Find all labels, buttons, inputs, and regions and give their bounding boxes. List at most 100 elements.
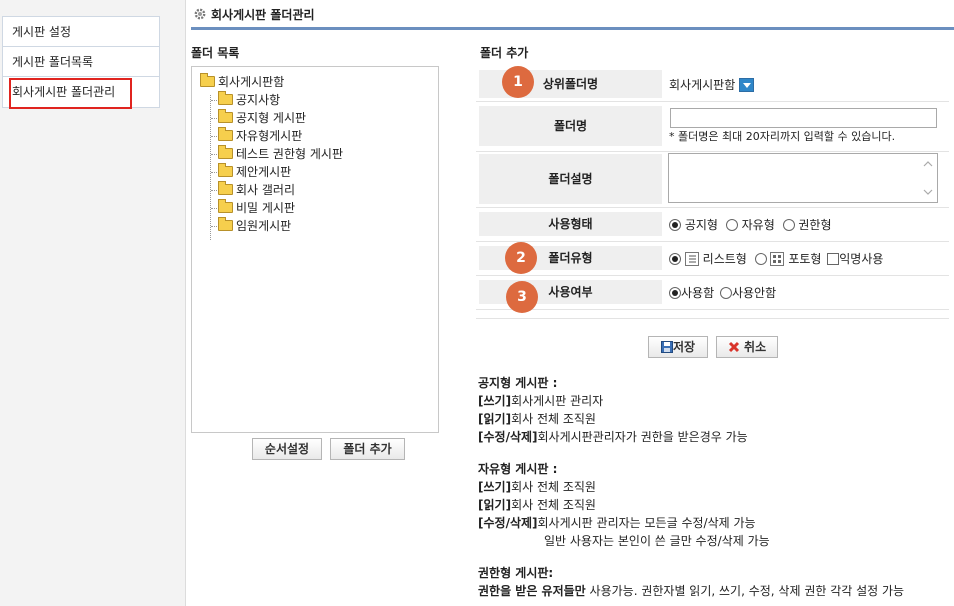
- folder-desc-textarea[interactable]: [668, 153, 938, 203]
- sidebar-item-folder-manage[interactable]: 회사게시판 폴더관리: [3, 77, 159, 109]
- page-title: 회사게시판 폴더관리: [211, 8, 315, 22]
- chevron-down-icon[interactable]: [739, 77, 755, 92]
- tree-item-label: 공지형 게시판: [236, 111, 307, 125]
- note-text: 회사게시판 관리자: [511, 394, 604, 408]
- sidebar-item-folder-list[interactable]: 게시판 폴더목록: [3, 47, 159, 77]
- usage-radio-free[interactable]: [725, 218, 738, 231]
- step-badge: 2: [505, 242, 537, 274]
- sidebar-item-board-settings[interactable]: 게시판 설정: [3, 17, 159, 47]
- tree-item-label: 임원게시판: [236, 219, 292, 233]
- sidebar-nav: 게시판 설정 게시판 폴더목록 회사게시판 폴더관리: [2, 16, 160, 109]
- cancel-button[interactable]: 취소: [716, 336, 778, 358]
- note-key: [쓰기]: [478, 480, 512, 494]
- tree-item-label: 공지사항: [236, 93, 281, 107]
- step-badge: 1: [502, 66, 534, 98]
- folder-icon: [218, 199, 233, 213]
- free-board-notes: 자유형 게시판 : [쓰기]회사 전체 조직원 [읽기]회사 전체 조직원 [수…: [478, 460, 770, 550]
- perm-board-notes: 권한형 게시판: 권한을 받은 유저들만 사용가능. 권한자별 읽기, 쓰기, …: [478, 564, 904, 600]
- folder-name-label: 폴더명: [479, 106, 662, 146]
- usage-options: 공지형 자유형 권한형: [669, 216, 832, 233]
- enabled-radio-no[interactable]: [719, 286, 732, 299]
- folder-type-options: 리스트형 포토형 익명사용: [669, 250, 883, 267]
- folder-list-heading: 폴더 목록: [191, 46, 240, 60]
- tree-item-label: 회사 갤러리: [236, 183, 296, 197]
- title-bar: 회사게시판 폴더관리: [191, 0, 954, 30]
- tree-item[interactable]: 공지형 게시판: [210, 109, 307, 127]
- tree-root[interactable]: 회사게시판함: [200, 73, 284, 91]
- form-row-enabled: 사용여부 사용함 사용안함: [476, 276, 949, 310]
- usage-radio-notice[interactable]: [669, 218, 681, 231]
- type-radio-photo[interactable]: [754, 252, 767, 265]
- cancel-label: 취소: [744, 340, 767, 354]
- note-text: 회사게시판관리자가 권한을 받은경우 가능: [537, 430, 748, 444]
- textarea-scrollbar[interactable]: [922, 158, 934, 198]
- notice-board-notes: 공지형 게시판 : [쓰기]회사게시판 관리자 [읽기]회사 전체 조직원 [수…: [478, 374, 748, 446]
- folder-icon: [218, 127, 233, 141]
- left-panel: 게시판 설정 게시판 폴더목록 회사게시판 폴더관리: [0, 0, 186, 606]
- folder-icon: [218, 91, 233, 105]
- tree-item[interactable]: 제안게시판: [210, 163, 292, 181]
- floppy-icon: [660, 340, 673, 353]
- enabled-option-label: 사용함: [681, 286, 715, 300]
- folder-name-input[interactable]: [670, 108, 937, 128]
- note-key: [수정/삭제]: [478, 516, 538, 530]
- parent-folder-select[interactable]: 회사게시판함: [669, 76, 755, 93]
- form-row-usage: 사용형태 공지형 자유형 권한형: [476, 208, 949, 242]
- tree-item[interactable]: 테스트 권한형 게시판: [211, 145, 343, 163]
- tree-item[interactable]: 회사 갤러리: [210, 181, 296, 199]
- note-key: [읽기]: [478, 412, 512, 426]
- type-radio-list[interactable]: [669, 252, 681, 265]
- folder-desc-label: 폴더설명: [479, 154, 662, 204]
- order-settings-button[interactable]: 순서설정: [252, 438, 322, 460]
- folder-icon: [218, 109, 233, 123]
- usage-option-label: 권한형: [798, 218, 832, 232]
- note-title: 공지형 게시판 :: [478, 376, 558, 390]
- enabled-radio-yes[interactable]: [669, 286, 681, 299]
- usage-option-label: 자유형: [741, 218, 775, 232]
- tree-item-label: 제안게시판: [236, 165, 292, 179]
- usage-radio-perm[interactable]: [782, 218, 795, 231]
- form-row-desc: 폴더설명: [476, 152, 949, 208]
- note-text: 일반 사용자는 본인이 쓴 글만 수정/삭제 가능: [544, 534, 770, 548]
- tree-item[interactable]: 자유형게시판: [210, 127, 303, 145]
- folder-open-icon: [200, 73, 215, 87]
- usage-label: 사용형태: [479, 212, 662, 236]
- grid-icon: [770, 251, 785, 266]
- note-text: 사용가능. 권한자별 읽기, 쓰기, 수정, 삭제 권한 각각 설정 가능: [585, 584, 905, 598]
- tree-item[interactable]: 임원게시판: [210, 217, 292, 235]
- form-divider: [476, 318, 949, 319]
- add-folder-button[interactable]: 폴더 추가: [330, 438, 405, 460]
- folder-icon: [218, 181, 233, 195]
- tree-root-label: 회사게시판함: [218, 75, 285, 89]
- folder-icon: [218, 217, 233, 231]
- note-text: 회사 전체 조직원: [511, 498, 596, 512]
- tree-item[interactable]: 비밀 게시판: [210, 199, 296, 217]
- form-row-parent: 상위폴더명 회사게시판함: [476, 66, 949, 102]
- form-row-name: 폴더명 * 폴더명은 최대 20자리까지 입력할 수 있습니다.: [476, 102, 949, 152]
- note-title: 자유형 게시판 :: [478, 462, 558, 476]
- note-title: 권한형 게시판:: [478, 566, 554, 580]
- tree-item-label: 비밀 게시판: [236, 201, 296, 215]
- close-icon: [728, 341, 739, 352]
- folder-icon: [218, 163, 233, 177]
- form-heading: 폴더 추가: [480, 46, 529, 60]
- usage-option-label: 공지형: [684, 218, 718, 232]
- note-text: 회사 전체 조직원: [511, 412, 596, 426]
- tree-item[interactable]: 공지사항: [210, 91, 281, 109]
- enabled-options: 사용함 사용안함: [669, 284, 776, 301]
- form-row-type: 폴더유형 리스트형 포토형 익명사용: [476, 242, 949, 276]
- note-text: 회사 전체 조직원: [511, 480, 596, 494]
- type-option-label: 포토형: [788, 252, 822, 266]
- gear-icon: [194, 8, 206, 20]
- type-option-label: 리스트형: [702, 252, 747, 266]
- folder-icon: [218, 145, 233, 159]
- save-button[interactable]: 저장: [648, 336, 708, 358]
- anonymous-checkbox[interactable]: [827, 252, 840, 265]
- save-label: 저장: [672, 340, 696, 354]
- folder-tree: 회사게시판함 공지사항 공지형 게시판 자유형게시판 테스트 권한형 게시판 제…: [191, 66, 439, 433]
- note-key: 권한을 받은 유저들만: [478, 584, 586, 598]
- folder-name-hint: * 폴더명은 최대 20자리까지 입력할 수 있습니다.: [669, 130, 896, 143]
- anonymous-label: 익명사용: [839, 252, 884, 266]
- tree-item-label: 테스트 권한형 게시판: [236, 147, 343, 161]
- tree-item-label: 자유형게시판: [236, 129, 303, 143]
